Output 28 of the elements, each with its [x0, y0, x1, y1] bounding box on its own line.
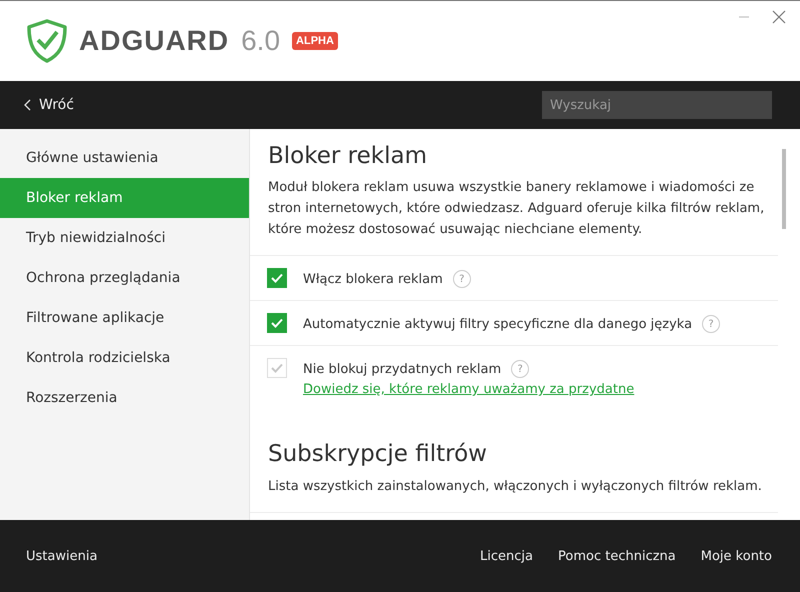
close-icon[interactable]	[772, 10, 786, 24]
option-label: Nie blokuj przydatnych reklam	[303, 362, 502, 376]
settings-link[interactable]: Ustawienia	[26, 548, 98, 564]
sidebar-item[interactable]: Tryb niewidzialności	[0, 218, 249, 258]
sidebar-item[interactable]: Rozszerzenia	[0, 378, 249, 418]
footer-link[interactable]: Licencja	[480, 548, 534, 564]
brand-name: ADGUARD	[79, 25, 230, 57]
description-text: Lista wszystkich zainstalowanych, włączonych i wyłączonych filtrów reklam.	[268, 479, 763, 494]
sidebar-item[interactable]: Główne ustawienia	[0, 138, 249, 178]
section-title: Bloker reklam	[268, 143, 428, 169]
alpha-badge: ALPHA	[292, 32, 338, 50]
sidebar-item[interactable]: Filtrowane aplikacje	[0, 298, 249, 338]
search-field[interactable]: Wyszukaj	[542, 91, 772, 119]
shield-check-logo-icon	[25, 18, 69, 64]
section-title: Subskrypcje filtrów	[268, 441, 488, 467]
scrollbar-thumb[interactable]	[782, 149, 786, 229]
sidebar-item[interactable]: Kontrola rodzicielska	[0, 338, 249, 378]
checkbox[interactable]	[267, 268, 287, 288]
footer-link[interactable]: Moje konto	[700, 548, 772, 564]
version-label: 6.0	[241, 25, 280, 57]
back-button[interactable]: Wróć	[24, 97, 74, 113]
option-label: Włącz blokera reklam	[303, 272, 443, 286]
description-text: Moduł blokera reklam usuwa wszystkie banery reklamowe i wiadomości ze stron internetowych, które odwiedzasz. Adguard oferuje kilka filtrów reklam, które możesz dostosować usuwając niechciane elementy.	[268, 179, 766, 239]
footer-link[interactable]: Pomoc techniczna	[558, 548, 676, 564]
sidebar-item[interactable]: Ochrona przeglądania	[0, 258, 249, 298]
checkbox[interactable]	[267, 313, 287, 333]
chevron-left-icon	[24, 99, 31, 111]
option-label: Automatycznie aktywuj filtry specyficzne dla danego języka	[303, 316, 692, 332]
